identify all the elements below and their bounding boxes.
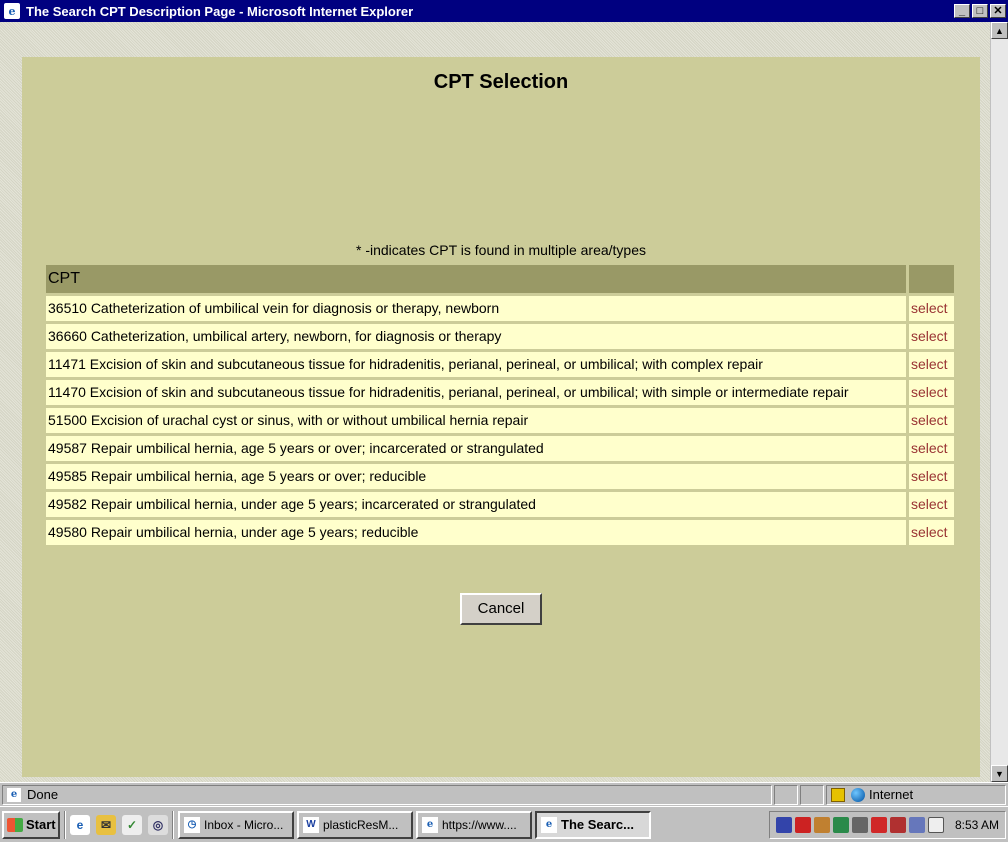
table-row: 49582 Repair umbilical hernia, under age… [46,492,954,517]
task-browser[interactable]: e https://www.... [416,810,532,839]
taskbar: Start e ✉ ✓ ◎ ◷ Inbox - Micro... W plast… [0,806,1008,842]
status-progress-cell [774,784,798,805]
globe-icon [851,787,865,802]
select-link[interactable]: select [906,296,954,321]
zone-label: Internet [869,787,914,802]
windows-logo-icon [7,817,23,832]
mail-icon[interactable] [927,816,944,833]
outlook-icon: ◷ [184,816,200,833]
table-row: 11470 Excision of skin and subcutaneous … [46,380,954,405]
table-row: 36510 Catheterization of umbilical vein … [46,296,954,321]
cpt-description: 11471 Excision of skin and subcutaneous … [46,352,906,377]
browser-viewport: CPT Selection * -indicates CPT is found … [0,22,1008,782]
quick-launch: e ✉ ✓ ◎ [70,814,168,835]
table-row: 49587 Repair umbilical hernia, age 5 yea… [46,436,954,461]
volume-icon[interactable] [851,816,868,833]
cpt-description: 51500 Excision of urachal cyst or sinus,… [46,408,906,433]
select-link[interactable]: select [906,464,954,489]
taskbar-divider [172,810,174,839]
select-column-header [906,265,954,293]
cpt-table: CPT 36510 Catheterization of umbilical v… [46,262,954,548]
task-word[interactable]: W plasticResM... [297,810,413,839]
ie-quicklaunch-icon[interactable]: e [70,814,90,835]
cpt-description: 49587 Repair umbilical hernia, age 5 yea… [46,436,906,461]
table-row: 49580 Repair umbilical hernia, under age… [46,520,954,545]
select-link[interactable]: select [906,352,954,377]
sync-icon[interactable] [832,816,849,833]
ie-icon: e [4,3,20,19]
taskbar-divider [64,810,66,839]
task-label: The Searc... [561,817,634,832]
select-link[interactable]: select [906,436,954,461]
security-zone: Internet [826,784,1006,805]
table-row: 11471 Excision of skin and subcutaneous … [46,352,954,377]
table-header-row: CPT [46,265,954,293]
cpt-description: 36510 Catheterization of umbilical vein … [46,296,906,321]
search-icon[interactable] [908,816,925,833]
word-icon: W [303,816,319,833]
outlook-quicklaunch-icon[interactable]: ✉ [96,814,116,835]
cpt-description: 49582 Repair umbilical hernia, under age… [46,492,906,517]
cancel-button[interactable]: Cancel [460,593,542,625]
page-icon: e [7,787,21,802]
cpt-description: 11470 Excision of skin and subcutaneous … [46,380,906,405]
taskbar-clock: 8:53 AM [954,817,999,832]
task-label: https://www.... [442,817,517,832]
acrobat-icon[interactable] [870,816,887,833]
cpt-description: 36660 Catheterization, umbilical artery,… [46,324,906,349]
channels-quicklaunch-icon[interactable]: ◎ [148,814,168,835]
status-text-area: e Done [2,784,772,805]
maximize-button[interactable]: □ [972,4,988,18]
network-icon[interactable] [813,816,830,833]
cpt-description: 49580 Repair umbilical hernia, under age… [46,520,906,545]
select-link[interactable]: select [906,520,954,545]
scroll-up-arrow-icon[interactable]: ▲ [991,22,1008,39]
status-text: Done [27,787,59,802]
disconnect-icon[interactable] [889,816,906,833]
ie-icon: e [422,816,438,833]
select-link[interactable]: select [906,408,954,433]
start-label: Start [26,817,56,832]
norton-icon[interactable] [794,816,811,833]
desktop-quicklaunch-icon[interactable]: ✓ [122,814,142,835]
cpt-column-header: CPT [46,265,906,293]
window-titlebar: e The Search CPT Description Page - Micr… [0,0,1008,22]
window-title: The Search CPT Description Page - Micros… [26,3,414,19]
status-cell [800,784,824,805]
antivirus-icon[interactable] [775,816,792,833]
multiple-area-note: * -indicates CPT is found in multiple ar… [356,242,646,258]
start-button[interactable]: Start [2,810,60,839]
content-panel: CPT Selection * -indicates CPT is found … [22,57,980,777]
cpt-description: 49585 Repair umbilical hernia, age 5 yea… [46,464,906,489]
task-search-cpt[interactable]: e The Searc... [535,810,651,839]
scroll-down-arrow-icon[interactable]: ▼ [991,765,1008,782]
status-bar: e Done Internet [0,782,1008,806]
select-link[interactable]: select [906,380,954,405]
system-tray: 8:53 AM [768,810,1006,839]
table-row: 49585 Repair umbilical hernia, age 5 yea… [46,464,954,489]
select-link[interactable]: select [906,324,954,349]
ie-icon: e [541,816,557,833]
select-link[interactable]: select [906,492,954,517]
close-button[interactable]: ✕ [990,4,1006,18]
table-row: 51500 Excision of urachal cyst or sinus,… [46,408,954,433]
lock-icon [831,787,845,802]
table-row: 36660 Catheterization, umbilical artery,… [46,324,954,349]
task-label: plasticResM... [323,817,399,832]
task-label: Inbox - Micro... [204,817,284,832]
vertical-scrollbar[interactable]: ▲ ▼ [990,22,1008,782]
minimize-button[interactable]: _ [954,4,970,18]
page-title: CPT Selection [433,71,569,93]
task-inbox[interactable]: ◷ Inbox - Micro... [178,810,294,839]
